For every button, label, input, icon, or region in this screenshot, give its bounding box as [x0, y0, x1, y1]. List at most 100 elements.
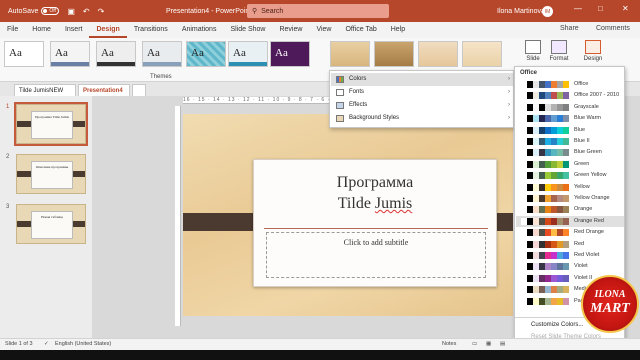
current-slide[interactable]: Программа Tilde Jumis Click to add subti…	[183, 114, 513, 316]
color-scheme-item[interactable]: Office 2007 - 2010	[516, 90, 624, 101]
variant-thumb-3[interactable]	[418, 41, 458, 67]
color-swatch	[563, 92, 569, 100]
color-swatches	[521, 274, 569, 282]
tab-file[interactable]: File	[0, 22, 25, 38]
color-scheme-name: Blue Green	[574, 149, 602, 156]
menu-item-background-styles[interactable]: Background Styles ›	[331, 112, 513, 125]
tab-review[interactable]: Review	[272, 22, 309, 38]
tab-insert[interactable]: Insert	[58, 22, 90, 38]
color-swatches	[521, 183, 569, 191]
tab-home[interactable]: Home	[25, 22, 58, 38]
color-scheme-item[interactable]: Red	[516, 239, 624, 250]
tab-slide-show[interactable]: Slide Show	[223, 22, 272, 38]
normal-view-icon[interactable]: ▭	[472, 341, 477, 347]
new-tab-button[interactable]	[132, 84, 146, 96]
color-scheme-item[interactable]: Yellow	[516, 182, 624, 193]
doc-tab-presentation4[interactable]: Presentation4	[78, 84, 130, 96]
chevron-right-icon: ›	[508, 76, 510, 82]
color-scheme-name: Green	[574, 160, 590, 167]
user-name[interactable]: Ilona Martinova	[497, 8, 545, 15]
theme-thumb-7[interactable]: Aa	[270, 41, 310, 67]
menu-item-fonts[interactable]: Fonts ›	[331, 86, 513, 99]
theme-thumb-office[interactable]: Aa	[4, 41, 44, 67]
tab-design[interactable]: Design	[89, 22, 127, 38]
save-icon[interactable]: ▣	[67, 7, 75, 16]
theme-thumb-2[interactable]: Aa	[50, 41, 90, 67]
slide-thumbnail-2[interactable]: Описание программы	[16, 154, 86, 194]
color-scheme-item[interactable]: Red Orange	[516, 227, 624, 238]
color-scheme-item[interactable]: Green Yellow	[516, 170, 624, 181]
tab-transitions[interactable]: Transitions	[127, 22, 175, 38]
subtitle-placeholder[interactable]: Click to add subtitle	[266, 232, 486, 278]
color-scheme-item[interactable]: Red Violet	[516, 250, 624, 261]
color-scheme-name: Grayscale	[574, 103, 599, 110]
color-swatch	[563, 229, 569, 237]
color-swatch	[563, 103, 569, 111]
color-swatches	[521, 297, 569, 305]
color-scheme-name: Green Yellow	[574, 172, 607, 179]
tab-help[interactable]: Help	[384, 22, 412, 38]
color-scheme-item[interactable]: Blue Green	[516, 147, 624, 158]
logo-line-2: MART	[590, 301, 630, 316]
maximize-button[interactable]: □	[598, 4, 603, 13]
slide-sorter-icon[interactable]: ▦	[486, 341, 491, 347]
language-indicator[interactable]: English (United States)	[55, 341, 111, 347]
share-button[interactable]: Share	[560, 25, 579, 32]
color-scheme-item[interactable]: Grayscale	[516, 102, 624, 113]
menu-item-colors[interactable]: Colors ›	[331, 73, 513, 86]
effects-icon	[336, 102, 344, 109]
color-scheme-item[interactable]: Office	[516, 79, 624, 90]
slide-title[interactable]: Программа Tilde Jumis	[254, 172, 496, 214]
close-button[interactable]: ✕	[622, 4, 629, 13]
color-scheme-item[interactable]: Yellow Orange	[516, 193, 624, 204]
color-scheme-item[interactable]: Blue Warm	[516, 113, 624, 124]
minimize-button[interactable]: —	[574, 4, 582, 13]
color-swatch	[563, 206, 569, 214]
variant-thumb-1[interactable]	[330, 41, 370, 67]
color-swatches	[521, 217, 569, 225]
chevron-right-icon: ›	[508, 89, 510, 95]
color-scheme-item[interactable]: Green	[516, 159, 624, 170]
avatar[interactable]: IM	[542, 6, 553, 17]
themes-group-label: Themes	[150, 74, 172, 80]
notes-button[interactable]: Notes	[442, 341, 456, 347]
theme-glyph: Aa	[233, 47, 246, 59]
variant-thumb-4[interactable]	[462, 41, 502, 67]
search-box[interactable]: ⚲ Search	[247, 4, 389, 18]
comments-button[interactable]: Comments	[596, 25, 630, 32]
color-swatches	[521, 81, 569, 88]
theme-glyph: Aa	[55, 47, 68, 59]
slide-number: 1	[6, 104, 10, 110]
reading-view-icon[interactable]: ▤	[500, 341, 505, 347]
color-swatch	[563, 126, 569, 134]
variant-thumb-2[interactable]	[374, 41, 414, 67]
doc-tab-tilde-jumis[interactable]: Tilde JumisNEW	[14, 84, 76, 96]
format-background-label: Format	[549, 56, 569, 62]
autosave-toggle[interactable]: AutoSave Off	[8, 7, 60, 15]
tab-animations[interactable]: Animations	[175, 22, 224, 38]
color-scheme-item[interactable]: Orange	[516, 204, 624, 215]
menu-item-label: Colors	[349, 76, 367, 82]
color-scheme-item[interactable]: Orange Red	[516, 215, 624, 227]
slide-thumbnail-1[interactable]: Программа Tilde Jumis	[14, 102, 88, 146]
tab-office-tab[interactable]: Office Tab	[338, 22, 383, 38]
menu-item-effects[interactable]: Effects ›	[331, 99, 513, 112]
menu-item-label: Fonts	[349, 89, 365, 95]
color-scheme-name: Violet II	[574, 274, 593, 281]
redo-icon[interactable]: ↷	[98, 7, 105, 16]
theme-thumb-3[interactable]: Aa	[96, 41, 136, 67]
customize-colors-button[interactable]: Customize Colors...	[531, 322, 583, 328]
color-scheme-item[interactable]: Violet	[516, 261, 624, 272]
slide-thumbnail-3[interactable]: Новая таблица	[16, 204, 86, 244]
theme-thumb-6[interactable]: Aa	[228, 41, 268, 67]
color-scheme-item[interactable]: Blue	[516, 125, 624, 136]
format-background-icon	[551, 40, 567, 54]
autosave-switch[interactable]: Off	[41, 7, 60, 15]
theme-thumb-4[interactable]: Aa	[142, 41, 182, 67]
undo-icon[interactable]: ↶	[83, 7, 90, 16]
color-swatches	[521, 126, 569, 134]
theme-thumb-5[interactable]: Aa	[186, 41, 226, 67]
tab-view[interactable]: View	[309, 22, 338, 38]
spellcheck-icon[interactable]: ✓	[44, 341, 49, 347]
color-scheme-item[interactable]: Blue II	[516, 136, 624, 147]
